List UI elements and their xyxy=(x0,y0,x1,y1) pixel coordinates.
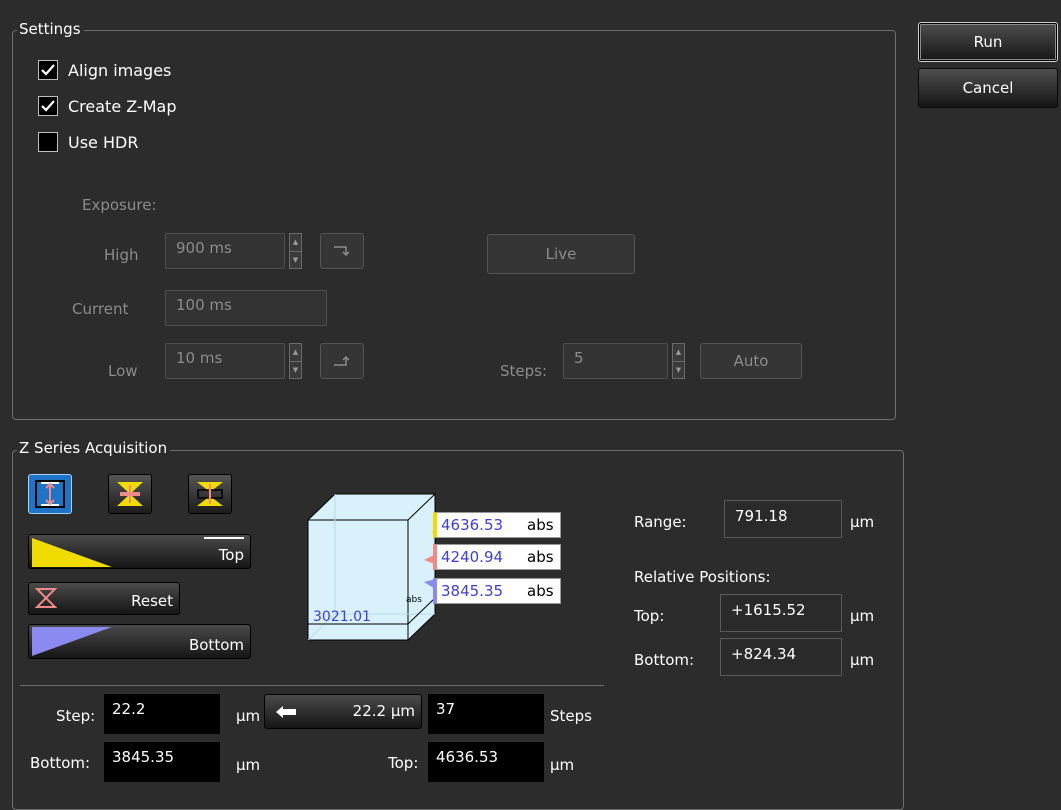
spin-up-icon[interactable]: ▲ xyxy=(673,344,684,361)
bottom-position-unit: abs xyxy=(527,582,554,600)
auto-button[interactable]: Auto xyxy=(700,343,802,379)
use-hdr-label: Use HDR xyxy=(68,132,139,152)
step-input[interactable]: 22.2 xyxy=(104,694,220,734)
spin-down-icon[interactable]: ▼ xyxy=(673,360,684,379)
mode-top-bottom-button[interactable] xyxy=(28,474,72,514)
use-hdr-checkbox-row[interactable]: Use HDR xyxy=(38,132,138,152)
spin-up-icon[interactable]: ▲ xyxy=(290,344,301,361)
create-zmap-checkbox-row[interactable]: Create Z-Map xyxy=(38,96,176,116)
bottom-unit: µm xyxy=(236,756,261,774)
mode-center-range-button[interactable] xyxy=(108,474,152,514)
relative-bottom-unit: µm xyxy=(850,651,875,669)
low-exposure-set-button[interactable] xyxy=(320,343,364,379)
bottom-position-value: 3845.35 xyxy=(441,582,504,600)
relative-top-label: Top: xyxy=(634,607,665,625)
top-line-icon xyxy=(204,537,244,539)
mode-symmetric-range-button[interactable] xyxy=(188,474,232,514)
range-label: Range: xyxy=(634,513,687,531)
apply-step-button[interactable]: 22.2 µm xyxy=(264,694,422,729)
steps-input[interactable]: 5 xyxy=(563,343,668,379)
relative-bottom-label: Bottom: xyxy=(634,651,695,669)
low-label: Low xyxy=(108,362,138,380)
checkmark-icon xyxy=(41,100,55,112)
range-unit: µm xyxy=(850,513,875,531)
settings-title: Settings xyxy=(17,20,84,38)
align-images-label: Align images xyxy=(68,60,172,80)
current-label: Current xyxy=(72,300,129,318)
auto-button-label: Auto xyxy=(733,352,769,370)
top-marker-icon xyxy=(32,538,112,567)
range-symmetric-icon xyxy=(197,482,223,506)
exposure-label: Exposure: xyxy=(82,196,157,214)
mid-position-tag: 4240.94 abs xyxy=(433,544,561,570)
top-position-unit: abs xyxy=(527,516,554,534)
reset-label: Reset xyxy=(131,592,173,610)
align-images-checkbox[interactable] xyxy=(38,60,58,80)
low-exposure-spinner[interactable]: ▲ ▼ xyxy=(289,343,302,379)
steps-spinner[interactable]: ▲ ▼ xyxy=(672,343,685,379)
cancel-button[interactable]: Cancel xyxy=(918,68,1058,108)
base-value: 3021.01 xyxy=(313,609,371,625)
set-top-label: Top xyxy=(218,546,244,564)
bottom-label: Bottom: xyxy=(30,754,91,772)
reset-icon xyxy=(35,588,57,608)
high-exposure-input[interactable]: 900 ms xyxy=(165,233,285,269)
divider xyxy=(20,685,604,686)
run-button[interactable]: Run xyxy=(918,22,1058,62)
checkmark-icon xyxy=(41,64,55,76)
arrow-up-right-icon xyxy=(334,355,350,366)
cancel-button-label: Cancel xyxy=(962,79,1014,97)
zseries-title: Z Series Acquisition xyxy=(17,439,171,457)
mid-position-value: 4240.94 xyxy=(441,548,504,566)
bottom-input[interactable]: 3845.35 xyxy=(104,742,220,782)
align-images-checkbox-row[interactable]: Align images xyxy=(38,60,171,80)
relative-positions-label: Relative Positions: xyxy=(634,568,771,586)
range-top-bottom-icon xyxy=(35,480,65,508)
bottom-position-tag: 3845.35 abs xyxy=(433,578,561,604)
high-exposure-set-button[interactable] xyxy=(320,233,364,269)
top-unit: µm xyxy=(550,756,575,774)
range-value: 791.18 xyxy=(724,500,842,538)
run-button-label: Run xyxy=(973,33,1003,51)
steps-count-input[interactable]: 37 xyxy=(428,694,544,734)
top-input[interactable]: 4636.53 xyxy=(428,742,544,782)
apply-step-label: 22.2 µm xyxy=(352,702,415,720)
base-abs-label: abs xyxy=(406,595,422,605)
steps-label: Steps: xyxy=(500,362,548,380)
mid-position-unit: abs xyxy=(527,548,554,566)
arrow-left-icon xyxy=(276,706,296,718)
set-bottom-button[interactable]: Bottom xyxy=(28,624,251,659)
bottom-marker-icon xyxy=(32,627,112,656)
high-label: High xyxy=(104,246,139,264)
live-button[interactable]: Live xyxy=(487,234,635,274)
top-position-tag: 4636.53 abs xyxy=(433,512,561,538)
reset-button[interactable]: Reset xyxy=(28,582,180,615)
steps-count-label: Steps xyxy=(550,707,592,725)
z-stack-diagram: 3021.01 abs 4636.53 abs 4240.94 abs 3845… xyxy=(300,492,570,642)
set-top-button[interactable]: Top xyxy=(28,534,251,569)
high-exposure-spinner[interactable]: ▲ ▼ xyxy=(289,233,302,269)
create-zmap-label: Create Z-Map xyxy=(68,96,177,116)
spin-down-icon[interactable]: ▼ xyxy=(290,250,301,269)
spin-down-icon[interactable]: ▼ xyxy=(290,360,301,379)
use-hdr-checkbox[interactable] xyxy=(38,132,58,152)
live-button-label: Live xyxy=(545,245,577,263)
relative-top-value: +1615.52 xyxy=(720,594,842,632)
relative-top-unit: µm xyxy=(850,607,875,625)
create-zmap-checkbox[interactable] xyxy=(38,96,58,116)
step-label: Step: xyxy=(56,707,96,725)
step-unit: µm xyxy=(236,707,261,725)
set-bottom-label: Bottom xyxy=(188,636,244,654)
top-position-value: 4636.53 xyxy=(441,516,504,534)
current-exposure-input[interactable]: 100 ms xyxy=(165,290,327,326)
range-center-icon xyxy=(117,482,143,506)
relative-bottom-value: +824.34 xyxy=(720,638,842,676)
top-label: Top: xyxy=(388,754,419,772)
spin-up-icon[interactable]: ▲ xyxy=(290,234,301,251)
arrow-down-right-icon xyxy=(334,246,350,257)
low-exposure-input[interactable]: 10 ms xyxy=(165,343,285,379)
